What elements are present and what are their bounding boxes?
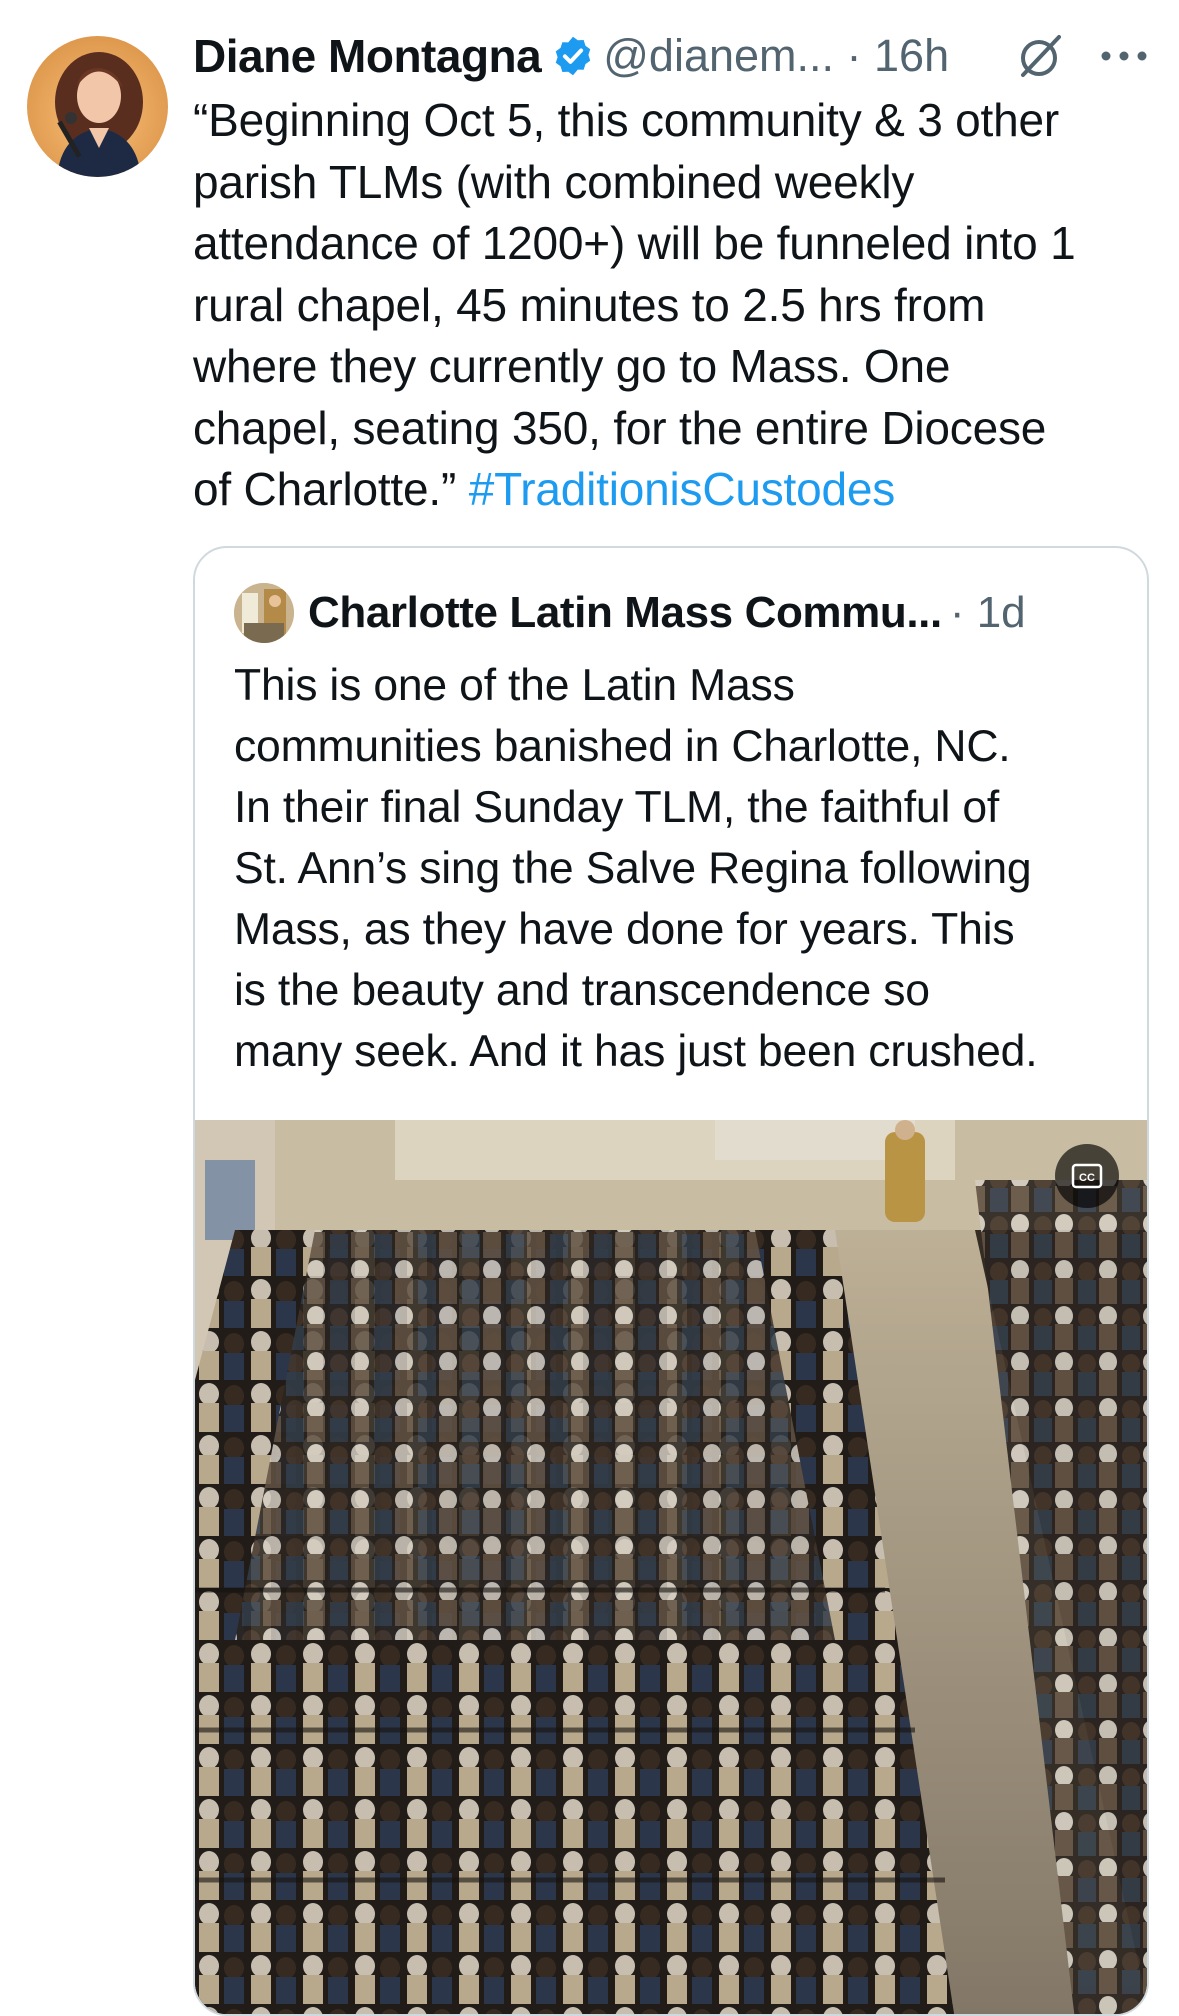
tweet-text: “Beginning Oct 5, this community & 3 oth… <box>193 90 1153 521</box>
quoted-time[interactable]: · 1d <box>950 588 1026 638</box>
quoted-video[interactable]: CC <box>195 1120 1147 2014</box>
quoted-tweet-card[interactable]: Charlotte Latin Mass Commu... · 1d This … <box>193 546 1149 2016</box>
profile-photo <box>55 52 143 177</box>
handle-and-time[interactable]: @dianem... · 16h <box>603 30 949 82</box>
grok-icon[interactable] <box>1015 31 1065 81</box>
quoted-author-name[interactable]: Charlotte Latin Mass Commu... <box>308 588 942 638</box>
author-name[interactable]: Diane Montagna <box>193 29 542 83</box>
tweet-body: “Beginning Oct 5, this community & 3 oth… <box>193 94 1076 515</box>
more-dots-icon[interactable] <box>1099 48 1149 64</box>
video-frame-church-congregation <box>195 1120 1147 2014</box>
hashtag-link[interactable]: #TraditionisCustodes <box>469 463 896 515</box>
author-avatar[interactable] <box>27 36 168 177</box>
tweet-header: Diane Montagna @dianem... · 16h <box>193 24 1149 88</box>
closed-captions-icon: CC <box>1071 1163 1103 1189</box>
quoted-tweet-text: This is one of the Latin Mass communitie… <box>234 661 1038 1076</box>
community-photo <box>234 583 294 643</box>
quoted-author-avatar[interactable] <box>234 583 294 643</box>
verified-badge-icon <box>556 36 591 76</box>
svg-text:CC: CC <box>1079 1172 1095 1184</box>
closed-captions-button[interactable]: CC <box>1055 1144 1119 1208</box>
quoted-tweet-header: Charlotte Latin Mass Commu... · 1d <box>234 583 1127 643</box>
